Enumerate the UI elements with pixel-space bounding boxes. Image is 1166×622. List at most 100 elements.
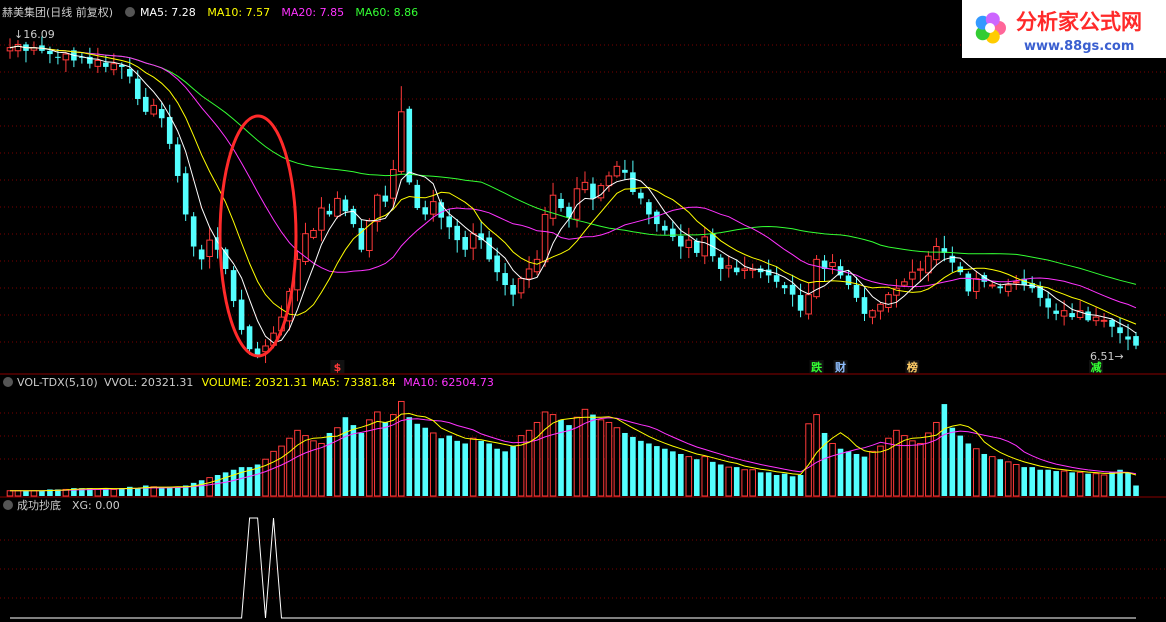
- candle-body-up: [533, 258, 541, 273]
- event-marker: 榜: [907, 360, 918, 374]
- volume-bar-up: [318, 442, 325, 497]
- candle-body-up: [206, 239, 213, 257]
- candle-body-down: [190, 216, 197, 247]
- volume-bar-down: [462, 443, 468, 496]
- volume-bar-down: [1125, 472, 1131, 496]
- volume-bar-down: [478, 440, 484, 496]
- candle-body-down: [845, 275, 852, 286]
- candle-body-down: [422, 207, 429, 215]
- volume-bar-down: [486, 443, 492, 496]
- candle-body-down: [47, 50, 53, 55]
- event-marker: $: [334, 361, 342, 374]
- volume-bar-up: [901, 435, 908, 497]
- candle-body-down: [733, 267, 740, 273]
- volume-bar-down: [622, 432, 628, 496]
- volume-bar-up: [286, 437, 293, 497]
- candle-body-up: [605, 175, 613, 187]
- volume-bar-up: [573, 416, 581, 497]
- candle-body-up: [517, 278, 525, 294]
- candle-body-up: [885, 294, 892, 308]
- volume-bar-up: [294, 429, 301, 497]
- xg-panel-title: 成功抄底: [17, 498, 61, 512]
- volume-bar-up: [429, 432, 437, 497]
- candle-body-down: [709, 233, 716, 257]
- volume-bar-up: [988, 456, 996, 497]
- volume-bar-up: [829, 442, 836, 497]
- volume-bar-down: [214, 474, 221, 496]
- candle-body-down: [326, 210, 333, 215]
- candle-body-up: [110, 63, 118, 71]
- candle-body-down: [965, 273, 972, 292]
- volume-bar-down: [454, 440, 460, 496]
- volume-bar-up: [1092, 473, 1100, 497]
- candle-body-down: [238, 299, 245, 330]
- volume-bar-down: [590, 414, 596, 496]
- candle-body-down: [342, 199, 349, 212]
- main-indicator: MA5: 7.28: [140, 6, 196, 19]
- volume-bar-down: [1069, 472, 1075, 496]
- xg-settings-icon[interactable]: [3, 500, 13, 510]
- candle-body-down: [494, 255, 500, 273]
- volume-bar-up: [605, 421, 613, 497]
- candle-body-up: [6, 47, 14, 52]
- volume-bar-down: [358, 432, 365, 496]
- volume-bar-up: [14, 490, 22, 497]
- candle-body-up: [334, 197, 341, 217]
- volume-bar-down: [997, 459, 1004, 496]
- logo-flower-center: [985, 23, 995, 33]
- volume-bar-up: [30, 490, 38, 497]
- candle-body-up: [741, 268, 748, 272]
- candle-body-down: [446, 216, 453, 228]
- candle-body-down: [773, 275, 780, 282]
- xg-signal-line: [10, 517, 1136, 619]
- volume-bar-up: [206, 477, 213, 497]
- candle-body-down: [406, 108, 413, 183]
- volume-bar-up: [525, 429, 533, 497]
- volume-bar-up: [1100, 474, 1108, 497]
- volume-bar-down: [941, 404, 948, 496]
- candle-body-down: [789, 284, 796, 295]
- volume-bar-up: [909, 440, 916, 497]
- candle-body-up: [318, 207, 325, 231]
- volume-bar-up: [1012, 463, 1020, 497]
- volume-bar-up: [917, 442, 924, 497]
- volume-bar-down: [693, 459, 700, 496]
- main-indicator: MA60: 8.86: [355, 6, 418, 19]
- volume-bar-down: [630, 436, 636, 496]
- volume-bar-down: [861, 456, 868, 496]
- ma5-line: [9, 45, 1137, 344]
- main-settings-icon[interactable]: [125, 7, 135, 17]
- volume-bar-up: [270, 450, 277, 497]
- volume-bar-up: [749, 469, 756, 497]
- volume-bar-up: [302, 435, 309, 497]
- candle-body-down: [1117, 327, 1123, 334]
- candle-body-down: [382, 195, 389, 202]
- volume-bar-up: [469, 437, 477, 497]
- volume-bar-down: [382, 422, 389, 496]
- volume-bar-down: [350, 425, 357, 496]
- candle-body-down: [502, 273, 508, 286]
- volume-bar-up: [6, 490, 14, 497]
- volume-bar-up: [541, 411, 549, 497]
- volume-bar-down: [222, 472, 229, 496]
- candle-body-down: [510, 285, 516, 295]
- volume-bar-down: [638, 440, 644, 496]
- candle-body-down: [662, 225, 668, 231]
- candle-body-down: [670, 228, 676, 237]
- volume-bar-down: [558, 419, 564, 496]
- volume-bar-down: [1045, 469, 1051, 496]
- volume-bar-down: [797, 474, 804, 496]
- volume-settings-icon[interactable]: [3, 377, 13, 387]
- volume-bar-down: [789, 476, 796, 496]
- candle-body-up: [573, 188, 581, 220]
- candle-body-down: [174, 144, 181, 176]
- candle-body-up: [310, 229, 317, 238]
- candle-body-down: [414, 184, 421, 209]
- volume-indicator: MA10: 62504.73: [403, 376, 494, 389]
- volume-indicator: VVOL: 20321.31: [104, 376, 193, 389]
- volume-bar-down: [646, 443, 652, 496]
- candle-body-down: [622, 169, 628, 173]
- volume-bar-up: [1004, 461, 1012, 497]
- main-indicator: MA10: 7.57: [207, 6, 270, 19]
- candle-body-up: [701, 236, 709, 257]
